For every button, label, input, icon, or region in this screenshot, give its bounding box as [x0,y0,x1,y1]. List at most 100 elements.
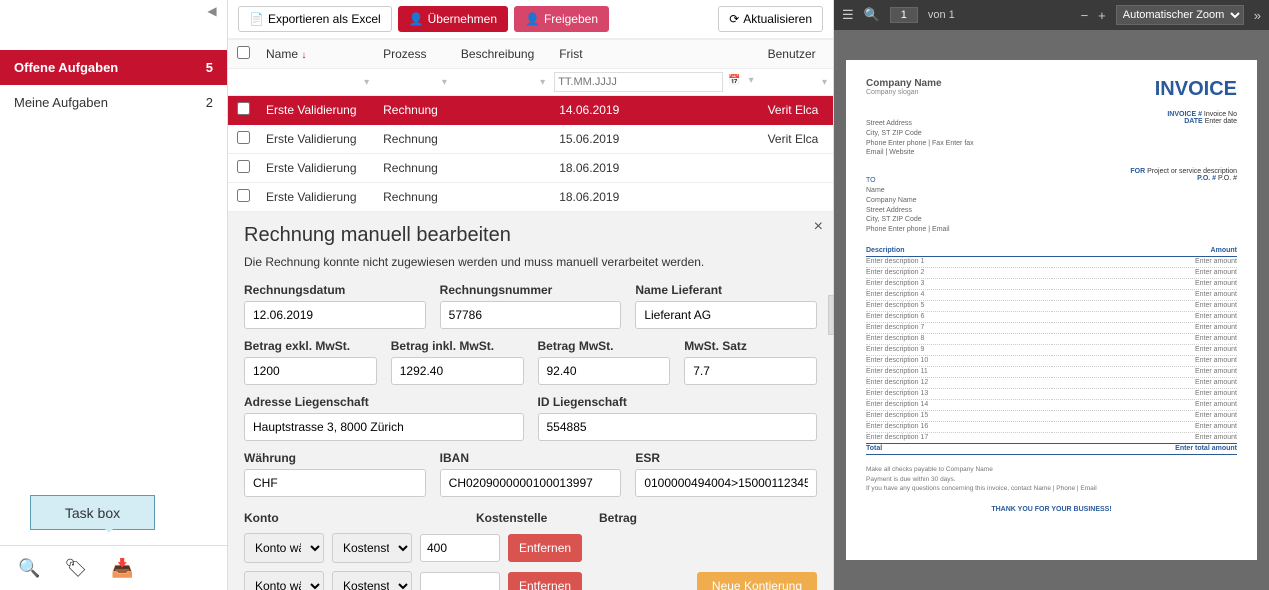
filter-icon[interactable]: ▾ [746,72,757,92]
row-checkbox[interactable] [237,160,250,173]
label-betrag-exkl: Betrag exkl. MwSt. [244,339,377,353]
filter-icon[interactable]: ▾ [361,74,372,91]
inv-company-name: Company Name [866,78,942,89]
cell-benutzer [760,154,833,183]
label-kostenstelle: Kostenstelle [476,511,547,525]
cell-frist: 15.06.2019 [551,125,759,154]
sidebar-item-count: 2 [206,95,213,110]
betrag-input[interactable] [420,534,500,562]
col-beschreibung[interactable]: Beschreibung [453,40,551,69]
table-row[interactable]: Erste Validierung Rechnung 14.06.2019 Ve… [228,96,833,125]
input-waehrung[interactable] [244,469,426,497]
freigeben-button[interactable]: 👤 Freigeben [514,6,609,32]
input-betrag-inkl[interactable] [391,357,524,385]
filter-icon[interactable]: ▾ [819,74,830,91]
input-esr[interactable] [635,469,817,497]
label-betrag-mwst: Betrag MwSt. [538,339,671,353]
konto-select[interactable]: Konto wählen [244,571,324,590]
zoom-select[interactable]: Automatischer Zoom [1116,5,1244,25]
table-row[interactable]: Erste Validierung Rechnung 18.06.2019 [228,183,833,212]
input-rechnungsdatum[interactable] [244,301,426,329]
label-rechnungsnummer: Rechnungsnummer [440,283,622,297]
task-table: Name ↓ Prozess Beschreibung Frist Benutz… [228,39,833,212]
table-row[interactable]: Erste Validierung Rechnung 18.06.2019 [228,154,833,183]
page-number-input[interactable] [890,7,918,23]
cell-benutzer: Verit Elca [760,96,833,125]
filter-icon[interactable]: ▾ [439,74,450,91]
task-box-callout-label: Task box [65,505,120,521]
cell-benutzer: Verit Elca [760,125,833,154]
cell-name: Erste Validierung [258,154,375,183]
entfernen-button[interactable]: Entfernen [508,534,582,562]
col-prozess[interactable]: Prozess [375,40,453,69]
splitter-handle[interactable] [828,295,834,335]
main-panel: ◀ ▶ 📄 Exportieren als Excel 👤 Übernehmen… [228,0,834,590]
label-iban: IBAN [440,451,622,465]
cell-beschreibung [453,125,551,154]
input-betrag-exkl[interactable] [244,357,377,385]
label-mwst-satz: MwSt. Satz [684,339,817,353]
kostenstelle-select[interactable]: Kostenstelle [332,571,412,590]
search-icon[interactable]: 🔍 [18,558,40,579]
input-id-liegenschaft[interactable] [538,413,818,441]
inv-company-slogan: Company slogan [866,89,942,96]
input-name-lieferant[interactable] [635,301,817,329]
label-konto: Konto [244,511,279,525]
calendar-icon[interactable]: 📅 [725,72,743,92]
input-iban[interactable] [440,469,622,497]
row-checkbox[interactable] [237,102,250,115]
sidebar: ◀ Offene Aufgaben 5 Meine Aufgaben 2 Tas… [0,0,228,590]
aktualisieren-label: Aktualisieren [743,12,812,26]
sidebar-collapse-icon[interactable]: ◀ [203,4,221,22]
sidebar-item-label: Meine Aufgaben [14,95,108,110]
col-name[interactable]: Name ↓ [258,40,375,69]
inbox-icon[interactable]: 📥 [111,558,133,579]
export-excel-button[interactable]: 📄 Exportieren als Excel [238,6,392,32]
close-icon[interactable]: × [814,218,823,236]
input-rechnungsnummer[interactable] [440,301,622,329]
sort-indicator-icon: ↓ [301,50,306,61]
tag-icon[interactable]: 🏷 [64,558,87,579]
pdf-viewer: ☰ 🔍 von 1 − + Automatischer Zoom » Compa… [834,0,1269,590]
uebernehmen-button[interactable]: 👤 Übernehmen [398,6,508,32]
viewer-search-icon[interactable]: 🔍 [864,7,880,23]
viewer-more-icon[interactable]: » [1254,8,1261,23]
cell-name: Erste Validierung [258,183,375,212]
cell-prozess: Rechnung [375,183,453,212]
konto-select[interactable]: Konto wählen [244,533,324,563]
input-betrag-mwst[interactable] [538,357,671,385]
konto-row: Konto wählen Kostenstelle Entfernen [244,533,817,563]
input-mwst-satz[interactable] [684,357,817,385]
cell-beschreibung [453,154,551,183]
betrag-input[interactable] [420,572,500,590]
label-adresse: Adresse Liegenschaft [244,395,524,409]
table-row[interactable]: Erste Validierung Rechnung 15.06.2019 Ve… [228,125,833,154]
neue-kontierung-button[interactable]: Neue Kontierung [697,572,817,590]
sidebar-item-label: Offene Aufgaben [14,60,118,75]
input-adresse[interactable] [244,413,524,441]
select-all-checkbox[interactable] [237,46,250,59]
kostenstelle-select[interactable]: Kostenstelle [332,533,412,563]
frist-filter-input[interactable] [554,72,723,92]
label-betrag: Betrag [599,511,637,525]
label-id-liegenschaft: ID Liegenschaft [538,395,818,409]
sidebar-item-count: 5 [206,60,213,75]
zoom-in-icon[interactable]: + [1098,8,1106,23]
aktualisieren-button[interactable]: ⟳ Aktualisieren [718,6,823,32]
zoom-out-icon[interactable]: − [1081,8,1089,23]
label-name-lieferant: Name Lieferant [635,283,817,297]
label-rechnungsdatum: Rechnungsdatum [244,283,426,297]
entfernen-button[interactable]: Entfernen [508,572,582,590]
label-betrag-inkl: Betrag inkl. MwSt. [391,339,524,353]
sidebar-toggle-icon[interactable]: ☰ [842,7,854,23]
sidebar-item-offene-aufgaben[interactable]: Offene Aufgaben 5 [0,50,227,85]
row-checkbox[interactable] [237,131,250,144]
cell-frist: 18.06.2019 [551,183,759,212]
col-benutzer[interactable]: Benutzer [760,40,833,69]
row-checkbox[interactable] [237,189,250,202]
page-of-label: von 1 [928,9,955,21]
filter-icon[interactable]: ▾ [537,74,548,91]
col-frist[interactable]: Frist [551,40,759,69]
cell-beschreibung [453,96,551,125]
sidebar-item-meine-aufgaben[interactable]: Meine Aufgaben 2 [0,85,227,120]
